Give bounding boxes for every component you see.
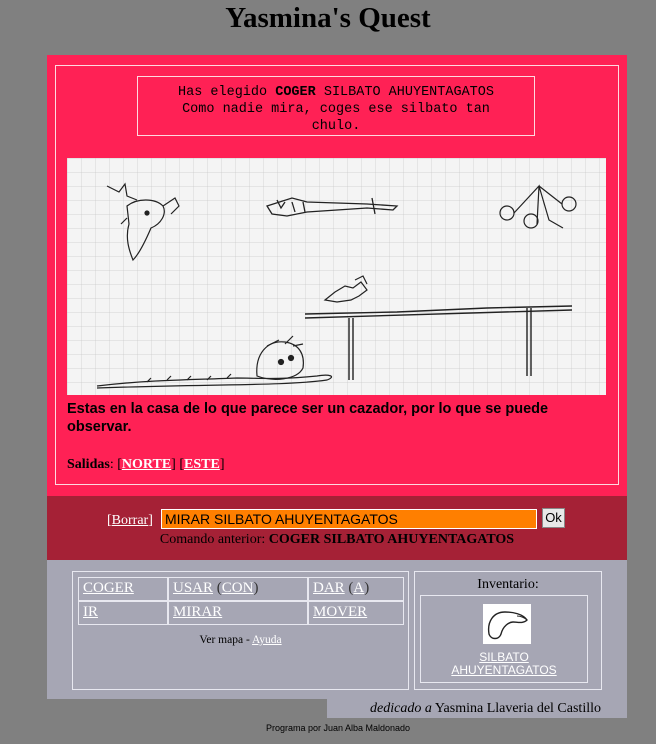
- verb-mirar[interactable]: MIRAR: [173, 604, 222, 620]
- verb-cell: IR: [78, 601, 168, 625]
- verb-dar[interactable]: DAR: [313, 580, 345, 596]
- dedication-name: Yasmina Llaveria del Castillo: [434, 701, 601, 716]
- map-label[interactable]: Ver mapa -: [199, 634, 249, 646]
- previous-command-value: COGER SILBATO AHUYENTAGATOS: [268, 532, 515, 547]
- exits-line: Salidas: [NORTE] [ESTE]: [67, 457, 225, 472]
- verb-coger[interactable]: COGER: [83, 580, 134, 596]
- verb-cell: MOVER: [308, 601, 404, 625]
- inventory-item-line2[interactable]: AHUYENTAGATOS: [451, 663, 556, 677]
- inventory-slot[interactable]: SILBATO AHUYENTAGATOS: [420, 595, 588, 683]
- previous-command-label: Comando anterior:: [159, 532, 266, 547]
- actions-panel: COGER USAR (CON) DAR (A) IR MIRAR MOVER …: [47, 560, 627, 699]
- scene-illustration: [67, 158, 606, 395]
- verb-a[interactable]: A: [353, 580, 364, 596]
- command-bar: [Borrar] MIRAR SILBATO AHUYENTAGATOS Ok …: [47, 496, 627, 560]
- exit-norte-link[interactable]: NORTE: [122, 457, 171, 472]
- verb-ir[interactable]: IR: [83, 604, 98, 620]
- inventory-box: Inventario: SILBATO AHUYENTAGATOS: [414, 571, 602, 690]
- message-object: SILBATO AHUYENTAGATOS: [323, 85, 494, 100]
- verb-cell: DAR (A): [308, 577, 404, 601]
- message-command: COGER: [275, 85, 316, 100]
- inventory-item-label[interactable]: SILBATO AHUYENTAGATOS: [421, 651, 587, 677]
- clear-control: [Borrar]: [107, 513, 153, 528]
- whistle-icon[interactable]: [483, 604, 531, 644]
- previous-command: Comando anterior: COGER SILBATO AHUYENTA…: [47, 532, 627, 548]
- verb-mover[interactable]: MOVER: [313, 604, 367, 620]
- dedication-prefix: dedicado a: [370, 701, 432, 716]
- verb-row: COGER USAR (CON) DAR (A): [78, 577, 404, 601]
- message-line3: chulo.: [311, 119, 361, 134]
- message-prefix: Has elegido: [178, 85, 268, 100]
- map-help-line: Ver mapa - Ayuda: [73, 634, 408, 646]
- verb-usar[interactable]: USAR: [173, 580, 213, 596]
- game-panel: Has elegido COGER SILBATO AHUYENTAGATOS …: [47, 55, 627, 496]
- verb-cell: COGER: [78, 577, 168, 601]
- help-link[interactable]: Ayuda: [252, 634, 282, 646]
- verb-cell: MIRAR: [168, 601, 308, 625]
- ok-button[interactable]: Ok: [542, 508, 565, 528]
- clear-button[interactable]: Borrar: [112, 513, 149, 528]
- verb-row: IR MIRAR MOVER: [78, 601, 404, 625]
- inventory-title: Inventario:: [477, 577, 539, 592]
- dedication: dedicado a Yasmina Llaveria del Castillo: [327, 699, 627, 718]
- verb-grid: COGER USAR (CON) DAR (A) IR MIRAR MOVER: [78, 577, 404, 625]
- verb-cell: USAR (CON): [168, 577, 308, 601]
- game-title: Yasmina's Quest: [225, 2, 431, 34]
- verb-con[interactable]: CON: [222, 580, 254, 596]
- exits-label: Salidas: [67, 457, 110, 472]
- command-input[interactable]: MIRAR SILBATO AHUYENTAGATOS: [161, 509, 537, 529]
- verbs-box: COGER USAR (CON) DAR (A) IR MIRAR MOVER …: [72, 571, 409, 690]
- program-credit: Programa por Juan Alba Maldonado: [265, 723, 411, 733]
- inventory-item-line1[interactable]: SILBATO: [479, 650, 529, 664]
- exit-este-link[interactable]: ESTE: [184, 457, 220, 472]
- room-description: Estas en la casa de lo que parece ser un…: [67, 401, 549, 435]
- result-message: Has elegido COGER SILBATO AHUYENTAGATOS …: [137, 76, 535, 136]
- message-line2: Como nadie mira, coges ese silbato tan: [182, 102, 490, 117]
